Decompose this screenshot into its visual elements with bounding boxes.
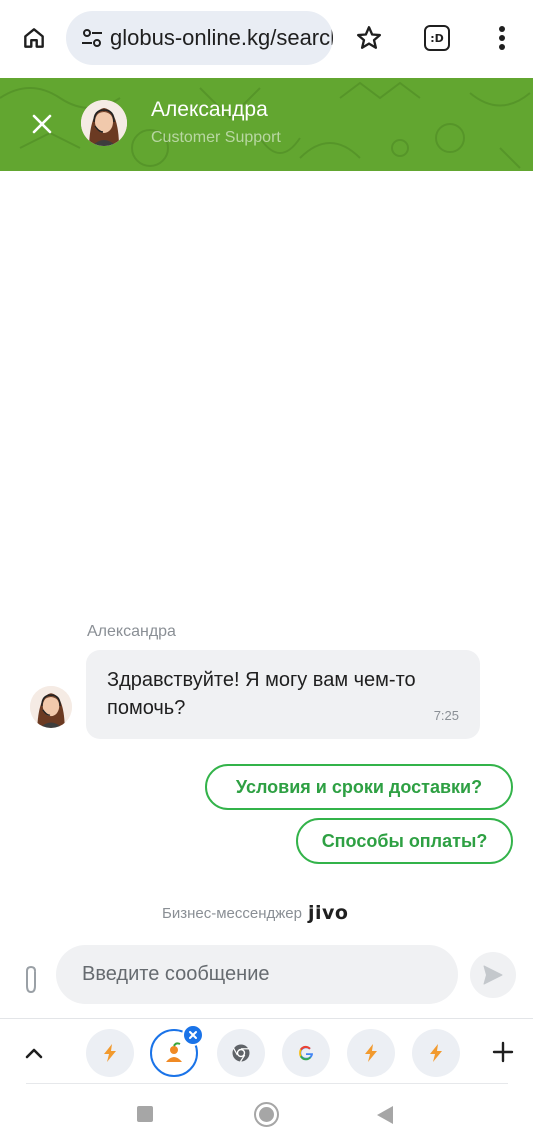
browser-toolbar: globus-online.kg/search :D <box>0 0 533 78</box>
bolt-icon <box>430 1044 442 1062</box>
tab-chip-active[interactable] <box>150 1024 204 1077</box>
more-menu-icon[interactable] <box>488 20 516 56</box>
home-button-icon[interactable] <box>254 1102 279 1127</box>
close-chat-icon[interactable] <box>26 108 58 140</box>
tab-strip-divider <box>26 1083 508 1084</box>
message-avatar <box>30 686 72 728</box>
paperclip-icon[interactable] <box>18 962 44 998</box>
tab-chip-4[interactable] <box>282 1029 330 1077</box>
agent-avatar <box>81 100 127 146</box>
message-time: 7:25 <box>433 708 459 723</box>
new-tab-plus-icon[interactable] <box>488 1037 518 1067</box>
chat-header: Александра Customer Support <box>0 78 533 171</box>
site-settings-icon[interactable] <box>78 24 106 52</box>
bolt-icon <box>365 1044 377 1062</box>
tab-switcher-button[interactable]: :D <box>420 21 454 55</box>
branding-text: Бизнес-мессенджер <box>162 904 302 922</box>
message-bubble: Здравствуйте! Я могу вам чем-то помочь? … <box>86 650 480 739</box>
bottom-divider <box>0 1018 533 1019</box>
agent-role: Customer Support <box>151 129 281 146</box>
message-text: Здравствуйте! Я могу вам чем-то помочь? <box>107 669 416 719</box>
chrome-icon <box>232 1044 250 1062</box>
agent-name: Александра <box>151 98 268 121</box>
tab-chip-3[interactable] <box>217 1029 265 1077</box>
send-icon <box>483 965 503 985</box>
quick-reply-delivery[interactable]: Условия и сроки доставки? <box>205 764 513 810</box>
header-pattern <box>0 81 531 169</box>
chevron-up-icon[interactable] <box>18 1037 50 1069</box>
message-input[interactable] <box>56 945 458 1004</box>
message-sender-name: Александра <box>87 623 176 640</box>
quick-reply-payment[interactable]: Способы оплаты? <box>296 818 513 864</box>
tab-chip-1[interactable] <box>86 1029 134 1077</box>
url-text[interactable]: globus-online.kg/search <box>110 25 333 51</box>
branding: Бизнес-мессенджер jivo <box>162 902 348 924</box>
bookmark-star-icon[interactable] <box>352 21 386 55</box>
tab-chip-5[interactable] <box>347 1029 395 1077</box>
recent-apps-icon[interactable] <box>137 1106 153 1122</box>
send-button[interactable] <box>470 952 516 998</box>
tab-count-label: :D <box>424 25 450 51</box>
tab-close-icon[interactable] <box>182 1024 204 1046</box>
jivo-logo[interactable]: jivo <box>308 902 348 924</box>
address-bar[interactable]: globus-online.kg/search <box>66 11 333 65</box>
carrot-person-icon <box>166 1042 182 1062</box>
back-icon[interactable] <box>376 1105 394 1125</box>
home-icon[interactable] <box>16 20 52 56</box>
bolt-icon <box>104 1044 116 1062</box>
tab-chip-6[interactable] <box>412 1029 460 1077</box>
google-icon <box>299 1045 313 1061</box>
